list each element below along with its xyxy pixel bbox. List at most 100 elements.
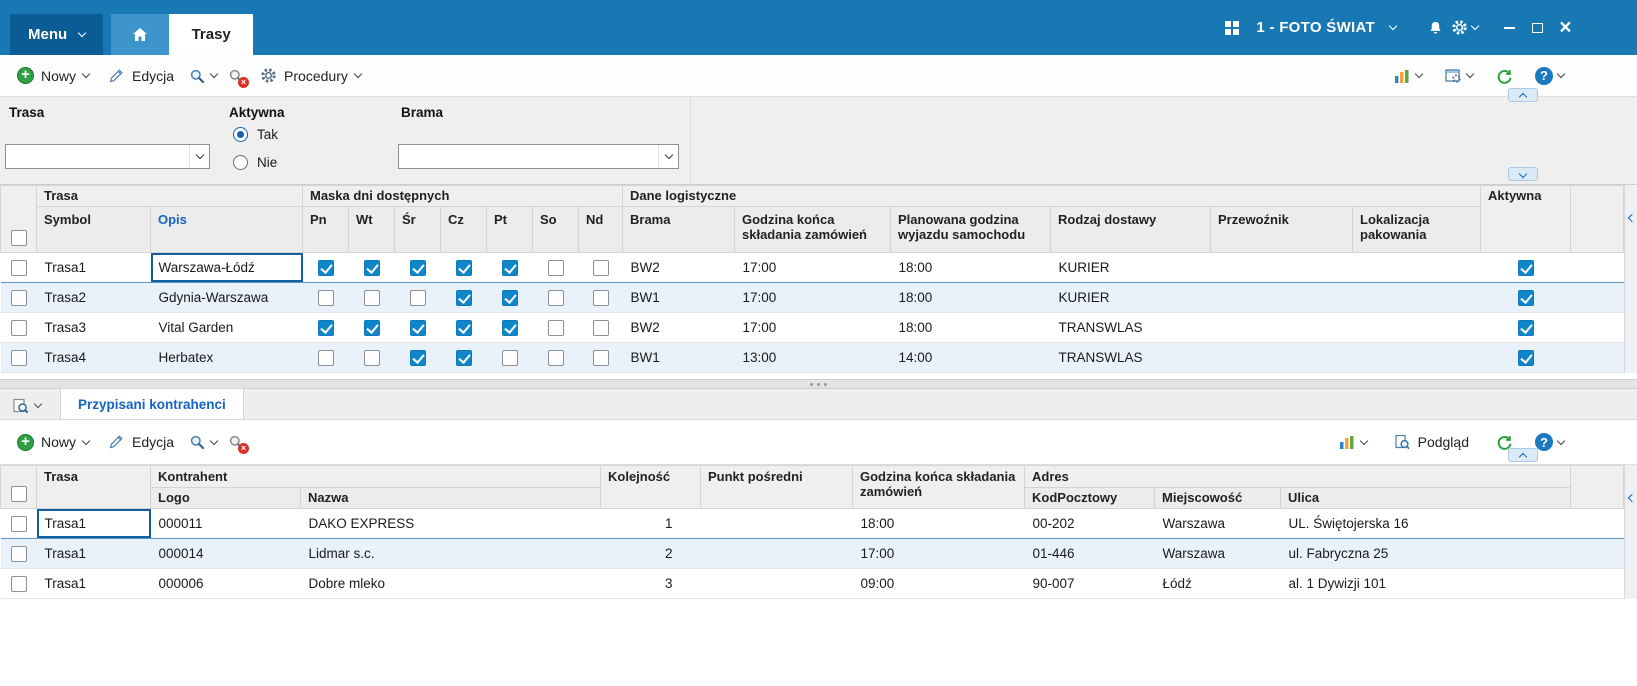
day-checkbox[interactable] [501,289,518,306]
edycja-button[interactable]: Edycja [98,427,183,457]
search-button[interactable] [183,61,222,91]
tab-trasy[interactable]: Trasy [169,14,254,55]
day-checkbox[interactable] [409,319,426,336]
day-checkbox[interactable] [363,289,380,306]
day-checkbox[interactable] [547,259,564,276]
table-row[interactable]: Trasa1 Warszawa-Łódź BW2 17:00 18:00 KUR… [0,252,1624,283]
day-checkbox[interactable] [592,289,609,306]
aktywna-checkbox[interactable] [1517,349,1534,366]
row-select-checkbox[interactable] [10,259,27,276]
row-select-checkbox[interactable] [10,515,27,532]
toolbar-collapse-button[interactable] [1508,88,1538,102]
day-checkbox[interactable] [363,319,380,336]
col-header-day-pt[interactable]: Pt [486,206,533,253]
procedury-button[interactable]: Procedury [250,61,370,91]
day-checkbox[interactable] [317,319,334,336]
search-button[interactable] [183,427,222,457]
col-header-day-wt[interactable]: Wt [348,206,395,253]
row-select-checkbox[interactable] [10,575,27,592]
day-checkbox[interactable] [409,259,426,276]
row-select-checkbox[interactable] [10,545,27,562]
radio-nie[interactable]: Nie [233,155,277,170]
layout-settings-button[interactable] [1439,61,1478,91]
panel-collapse-strip[interactable] [1624,465,1637,599]
day-checkbox[interactable] [317,349,334,366]
menu-button[interactable]: Menu [10,14,104,55]
podglad-button[interactable]: Podgląd [1384,427,1478,457]
col-header-przewoznik[interactable]: Przewoźnik [1210,206,1353,253]
table-row[interactable]: Trasa1 000006 Dobre mleko 3 09:00 90-007… [0,568,1624,599]
refresh-button[interactable] [1490,61,1518,91]
radio-tak[interactable]: Tak [233,127,278,142]
aktywna-checkbox[interactable] [1517,319,1534,336]
col-header-ulica[interactable]: Ulica [1280,487,1571,509]
col-header-opis[interactable]: Opis [150,206,303,253]
day-checkbox[interactable] [409,349,426,366]
col-header-day-pn[interactable]: Pn [302,206,349,253]
aktywna-checkbox[interactable] [1517,259,1534,276]
col-header-brama[interactable]: Brama [622,206,735,253]
col-header-lokalizacja[interactable]: Lokalizacja pakowania [1352,206,1481,253]
select-all-checkbox[interactable] [10,230,27,246]
col-header-trasa[interactable]: Trasa [36,465,151,509]
table-row[interactable]: Trasa2 Gdynia-Warszawa BW1 17:00 18:00 K… [0,282,1624,313]
row-select-checkbox[interactable] [10,319,27,336]
col-header-kolejnosc[interactable]: Kolejność [600,465,701,509]
day-checkbox[interactable] [501,259,518,276]
day-checkbox[interactable] [363,259,380,276]
tab-home[interactable] [111,14,170,55]
aktywna-checkbox[interactable] [1517,289,1534,306]
day-checkbox[interactable] [317,289,334,306]
col-header-godzina[interactable]: Godzina końca składania zamówień [734,206,891,253]
col-header-planowana[interactable]: Planowana godzina wyjazdu samochodu [890,206,1051,253]
col-header-kod[interactable]: KodPocztowy [1024,487,1155,509]
panel-collapse-strip[interactable] [1624,185,1637,373]
row-select-checkbox[interactable] [10,289,27,306]
col-header-symbol[interactable]: Symbol [36,206,151,253]
table-row[interactable]: Trasa4 Herbatex BW1 13:00 14:00 TRANSWLA… [0,342,1624,373]
select-all-checkbox[interactable] [10,486,27,502]
col-header-aktywna[interactable]: Aktywna [1480,185,1571,253]
company-selector-label[interactable]: 1 - FOTO ŚWIAT [1256,19,1375,36]
chart-button[interactable] [1333,427,1372,457]
close-button[interactable] [1551,15,1579,41]
col-header-godzina[interactable]: Godzina końca składania zamówień [852,465,1025,509]
col-header-day-nd[interactable]: Nd [578,206,623,253]
splitter-handle[interactable] [0,379,1637,389]
day-checkbox[interactable] [592,349,609,366]
filter-collapse-button[interactable] [1508,167,1538,181]
day-checkbox[interactable] [547,289,564,306]
day-checkbox[interactable] [455,349,472,366]
radio-tak-icon[interactable] [233,127,248,142]
day-checkbox[interactable] [501,349,518,366]
table-row[interactable]: Trasa3 Vital Garden BW2 17:00 18:00 TRAN… [0,312,1624,343]
day-checkbox[interactable] [317,259,334,276]
tab-przypisani-kontrahenci[interactable]: Przypisani kontrahenci [60,388,244,419]
delete-button[interactable]: × [222,61,250,91]
col-header-day-so[interactable]: So [532,206,579,253]
day-checkbox[interactable] [592,259,609,276]
open-windows-grid-icon[interactable] [1220,16,1244,40]
day-checkbox[interactable] [363,349,380,366]
col-header-nazwa[interactable]: Nazwa [300,487,601,509]
day-checkbox[interactable] [592,319,609,336]
filter-trasa-combobox[interactable] [5,144,210,169]
day-checkbox[interactable] [409,289,426,306]
day-checkbox[interactable] [547,349,564,366]
col-header-day-cz[interactable]: Cz [440,206,487,253]
filter-brama-combobox[interactable] [398,144,679,169]
col-header-logo[interactable]: Logo [150,487,301,509]
day-checkbox[interactable] [501,319,518,336]
toolbar-collapse-button[interactable] [1508,448,1538,462]
table-row[interactable]: Trasa1 000011 DAKO EXPRESS 1 18:00 00-20… [0,508,1624,539]
edycja-button[interactable]: Edycja [98,61,183,91]
col-header-punkt[interactable]: Punkt pośredni [700,465,853,509]
day-checkbox[interactable] [547,319,564,336]
bottom-search-button[interactable] [5,392,48,419]
col-header-rodzaj[interactable]: Rodzaj dostawy [1050,206,1211,253]
settings-gear-icon[interactable] [1447,16,1481,40]
day-checkbox[interactable] [455,289,472,306]
col-header-miejscowosc[interactable]: Miejscowość [1154,487,1281,509]
day-checkbox[interactable] [455,319,472,336]
row-select-checkbox[interactable] [10,349,27,366]
